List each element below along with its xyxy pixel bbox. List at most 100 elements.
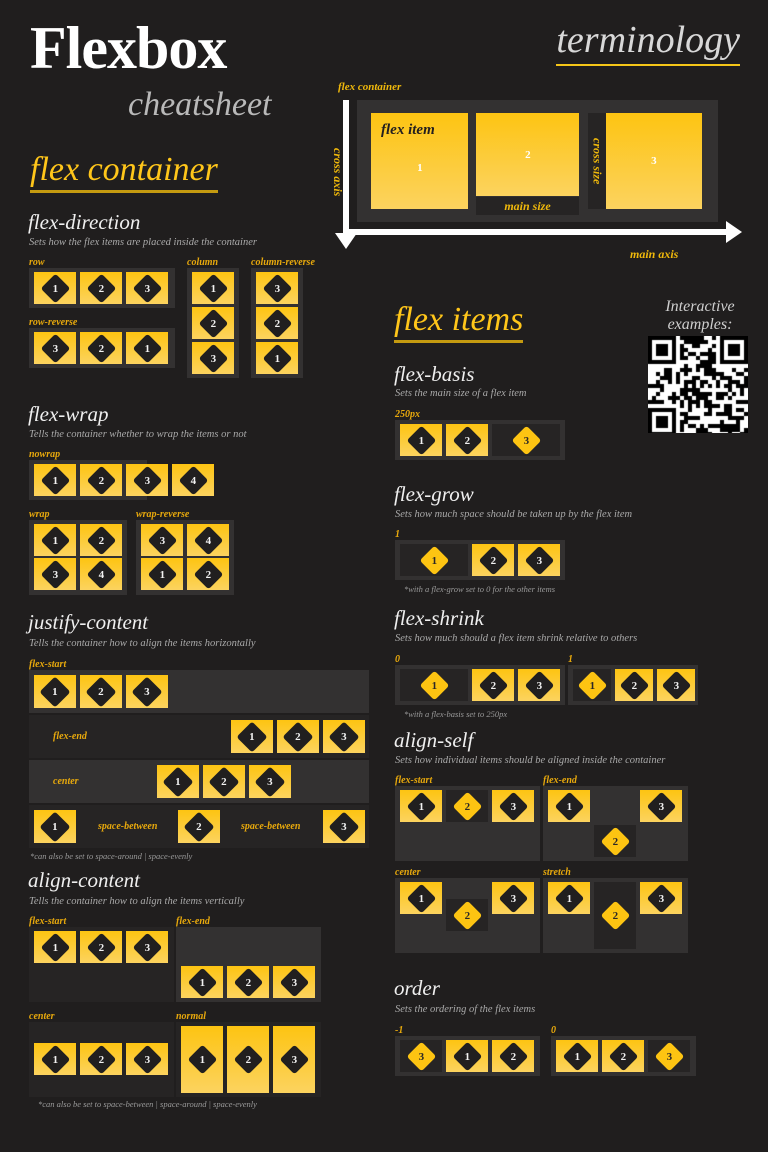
page-title: Flexbox bbox=[30, 15, 227, 81]
cell: 2 bbox=[446, 899, 488, 931]
cell: 2 bbox=[446, 790, 488, 822]
label-flex-grow-value: 1 bbox=[395, 529, 400, 540]
tile: 2 bbox=[178, 810, 220, 843]
label-column: column bbox=[187, 257, 219, 268]
tile: 1 bbox=[34, 1043, 76, 1075]
tile: 2 bbox=[256, 307, 298, 339]
tile: 4 bbox=[80, 558, 122, 590]
tile: 3 bbox=[126, 931, 168, 963]
tile: 2 bbox=[492, 1040, 534, 1072]
main-axis-arrowhead bbox=[726, 221, 742, 243]
prop-flex-direction-title: flex-direction bbox=[28, 210, 141, 234]
demo-align-self-flex-start: 1 2 3 bbox=[395, 786, 540, 861]
tile: 1 bbox=[34, 931, 76, 963]
prop-justify-content-title: justify-content bbox=[28, 610, 149, 634]
label-order-minus1: -1 bbox=[395, 1025, 404, 1036]
prop-align-self-title: align-self bbox=[394, 728, 474, 752]
demo-flex-shrink-0: 1 2 3 bbox=[395, 665, 565, 705]
label-align-content-center: center bbox=[29, 1011, 55, 1022]
label-justify-flex-start: flex-start bbox=[29, 659, 67, 670]
label-align-content-normal: normal bbox=[176, 1011, 207, 1022]
tile: 2 bbox=[80, 272, 122, 304]
cell: 3 bbox=[492, 424, 560, 456]
tile: 2 bbox=[277, 720, 319, 753]
demo-column-reverse: 3 2 1 bbox=[251, 268, 303, 378]
demo-order-zero: 1 2 3 bbox=[551, 1036, 696, 1076]
tile: 3 bbox=[323, 720, 365, 753]
section-flex-container: flex container bbox=[30, 150, 218, 194]
tile: 3 bbox=[640, 790, 682, 822]
tile: 2 bbox=[80, 1043, 122, 1075]
tile: 1 bbox=[400, 882, 442, 914]
prop-flex-grow-desc: Sets how much space should be taken up b… bbox=[395, 509, 633, 520]
tile: 3 bbox=[126, 272, 168, 304]
prop-flex-basis-title: flex-basis bbox=[394, 362, 475, 386]
diamond-1: 1 bbox=[416, 162, 423, 174]
cross-axis-arrowhead bbox=[335, 233, 357, 249]
cell: 1 bbox=[573, 669, 611, 701]
tile: 2 bbox=[472, 669, 514, 701]
tile: 1 bbox=[181, 966, 223, 998]
qr-caption-line1: Interactive bbox=[665, 298, 735, 315]
cell: 1 bbox=[400, 544, 468, 576]
flex-container-label: flex container bbox=[338, 81, 402, 93]
cell: 2 bbox=[594, 882, 636, 949]
tile: 2 bbox=[472, 544, 514, 576]
tile: 2 bbox=[602, 1040, 644, 1072]
qr-caption-line2: examples: bbox=[667, 316, 733, 334]
tile: 1 bbox=[181, 1026, 223, 1093]
label-row-reverse: row-reverse bbox=[29, 317, 78, 328]
tile: 3 bbox=[126, 675, 168, 708]
tile: 2 bbox=[227, 1026, 269, 1093]
tile: 3 bbox=[492, 790, 534, 822]
label-flex-shrink-1: 1 bbox=[568, 654, 573, 665]
label-column-reverse: column-reverse bbox=[251, 257, 315, 268]
tile: 2 bbox=[80, 464, 122, 496]
demo-wrap: 1 2 3 4 bbox=[29, 520, 127, 595]
tile: 3 bbox=[256, 272, 298, 304]
note-align-content: *can also be set to space-between | spac… bbox=[38, 1099, 257, 1109]
tile: 1 bbox=[556, 1040, 598, 1072]
flexbox-cheatsheet-poster: Flexbox cheatsheet terminology flex cont… bbox=[0, 0, 768, 1152]
demo-align-self-center: 1 2 3 bbox=[395, 878, 540, 953]
tile: 2 bbox=[80, 675, 122, 708]
prop-flex-shrink-desc: Sets how much should a flex item shrink … bbox=[395, 633, 638, 644]
label-justify-flex-end: flex-end bbox=[53, 731, 87, 742]
prop-justify-content-desc: Tells the container how to align the ite… bbox=[29, 638, 256, 649]
demo-align-self-stretch: 1 2 3 bbox=[543, 878, 688, 953]
cross-size-label: cross size bbox=[588, 113, 606, 209]
label-wrap: wrap bbox=[29, 509, 50, 520]
tile: 1 bbox=[34, 272, 76, 304]
main-axis-line bbox=[343, 229, 728, 235]
demo-align-self-flex-end: 1 2 3 bbox=[543, 786, 688, 861]
tile: 3 bbox=[492, 882, 534, 914]
demo-align-content-center: 1 2 3 bbox=[29, 1022, 174, 1097]
demo-flex-grow: 1 2 3 bbox=[395, 540, 565, 580]
tile: 2 bbox=[615, 669, 653, 701]
section-flex-items: flex items bbox=[394, 300, 524, 344]
prop-flex-basis-desc: Sets the main size of a flex item bbox=[395, 388, 527, 399]
tile: 1 bbox=[446, 1040, 488, 1072]
tile: 1 bbox=[34, 810, 76, 843]
tile: 1 bbox=[157, 765, 199, 798]
label-align-content-flex-start: flex-start bbox=[29, 916, 67, 927]
tile: 3 bbox=[273, 966, 315, 998]
cell: 3 bbox=[400, 1040, 442, 1072]
prop-flex-wrap-title: flex-wrap bbox=[28, 402, 109, 426]
tile: 2 bbox=[446, 424, 488, 456]
tile: 1 bbox=[548, 882, 590, 914]
tile: 1 bbox=[231, 720, 273, 753]
tile: 3 bbox=[126, 1043, 168, 1075]
main-axis-label: main axis bbox=[630, 247, 679, 261]
tile: 3 bbox=[34, 558, 76, 590]
label-flex-basis-value: 250px bbox=[395, 409, 420, 420]
page-subtitle: cheatsheet bbox=[128, 86, 272, 123]
tile: 3 bbox=[518, 669, 560, 701]
demo-wrap-reverse: 3 4 1 2 bbox=[136, 520, 234, 595]
demo-column: 1 2 3 bbox=[187, 268, 239, 378]
label-align-self-flex-start: flex-start bbox=[395, 775, 433, 786]
demo-justify-flex-end: flex-end 1 2 3 bbox=[29, 715, 369, 758]
demo-justify-space-between: 1 space-between 2 space-between 3 bbox=[29, 805, 369, 848]
prop-flex-direction-desc: Sets how the flex items are placed insid… bbox=[29, 237, 257, 248]
qr-code[interactable] bbox=[648, 336, 748, 433]
